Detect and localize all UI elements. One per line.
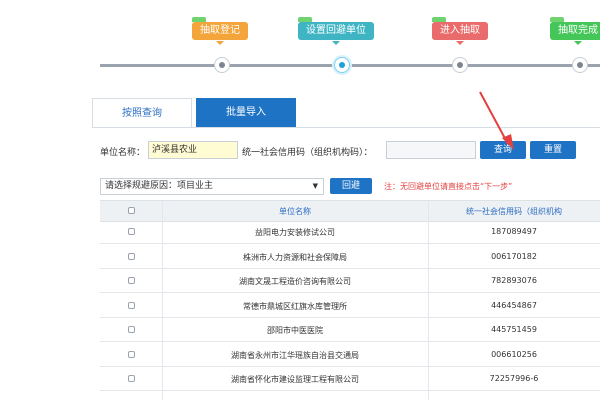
table-row[interactable]: 益阳电力安装修试公司 187089497 <box>100 220 600 244</box>
caret-down-icon: ▼ <box>312 182 318 190</box>
row-checkbox[interactable] <box>128 277 135 284</box>
table-row[interactable]: 湖南省永州市江华瑶族自治县交通局 006610256 <box>100 343 600 367</box>
step-dot <box>452 57 468 73</box>
row-credit-code: 006610256 <box>491 349 537 359</box>
row-checkbox[interactable] <box>128 375 135 382</box>
row-credit-code: 72257996-6 <box>489 374 539 383</box>
step-extract-done: 抽取完成 <box>550 22 600 45</box>
row-unit-name: 湖南省怀化市建设监理工程有限公司 <box>231 375 359 384</box>
avoid-note: 注：无回避单位请直接点击“下一步” <box>384 182 513 191</box>
reset-button[interactable]: 重置 <box>530 141 576 159</box>
step-dot-active <box>334 57 350 73</box>
step-enter-extract: 进入抽取 <box>432 22 488 45</box>
column-divider <box>428 200 429 400</box>
row-unit-name: 湖南省永州市江华瑶族自治县交通局 <box>231 350 359 360</box>
avoid-reason-label: 请选择规避原因： <box>105 181 178 191</box>
progress-line <box>100 64 600 67</box>
progress-steps: 抽取登记 设置回避单位 进入抽取 抽取完成 <box>0 0 600 90</box>
filter-row: 请选择规避原因：项目业主 ▼ 回避 注：无回避单位请直接点击“下一步” <box>100 178 600 196</box>
table-row[interactable]: 株洲市人力资源和社会保障局 006170182 <box>100 245 600 269</box>
row-checkbox[interactable] <box>128 252 135 260</box>
avoid-button[interactable]: 回避 <box>330 178 372 194</box>
credit-code-input[interactable] <box>386 141 476 159</box>
table-row[interactable]: 湖南文晟工程造价咨询有限公司 782893076 <box>100 269 600 293</box>
tab-query[interactable]: 按照查询 <box>92 98 192 128</box>
row-unit-name: 邵阳市中医医院 <box>267 326 323 335</box>
column-divider <box>162 200 163 400</box>
row-unit-name: 湖南文晟工程造价咨询有限公司 <box>239 277 351 286</box>
search-row: 单位名称： 泸溪县农业 统一社会信用码（组织机构码）： 查询 重置 <box>100 141 600 161</box>
avoid-reason-value: 项目业主 <box>177 181 214 191</box>
step-set-avoid-unit: 设置回避单位 <box>298 22 374 45</box>
row-unit-name: 常德市鼎城区红旗水库管理所 <box>243 301 347 311</box>
tab-batch-import[interactable]: 批量导入 <box>196 98 296 128</box>
row-checkbox[interactable] <box>128 228 135 235</box>
red-arrow-annotation-icon <box>479 91 514 150</box>
header-unit-name: 单位名称 <box>279 207 311 216</box>
credit-code-label: 统一社会信用码（组织机构码）： <box>242 148 373 158</box>
step-register: 抽取登记 <box>192 22 248 45</box>
row-unit-name: 益阳电力安装修试公司 <box>255 228 335 237</box>
row-checkbox[interactable] <box>128 301 135 309</box>
table-row[interactable]: 邵阳市中医医院 445751459 <box>100 318 600 342</box>
row-credit-code: 782893076 <box>491 276 537 285</box>
unit-name-input[interactable]: 泸溪县农业 <box>148 141 238 159</box>
row-unit-name: 株洲市人力资源和社会保障局 <box>243 252 347 262</box>
row-credit-code: 445751459 <box>491 325 537 334</box>
select-all-checkbox[interactable] <box>128 207 135 214</box>
unit-name-label: 单位名称： <box>100 148 146 158</box>
step-dot <box>214 57 230 73</box>
row-credit-code: 006170182 <box>491 251 537 261</box>
step-dot <box>572 57 588 73</box>
row-checkbox[interactable] <box>128 326 135 333</box>
table-row[interactable]: 湖南省怀化市建设监理工程有限公司 72257996-6 <box>100 367 600 391</box>
header-credit-code: 统一社会信用码（组织机构 <box>466 207 562 216</box>
row-checkbox[interactable] <box>128 350 135 358</box>
row-credit-code: 446454867 <box>491 300 537 310</box>
table-row[interactable]: 常德市鼎城区红旗水库管理所 446454867 <box>100 294 600 318</box>
avoid-reason-select[interactable]: 请选择规避原因：项目业主 ▼ <box>100 178 324 195</box>
row-credit-code: 187089497 <box>491 227 537 236</box>
table-header: 单位名称 统一社会信用码（组织机构 <box>100 200 600 222</box>
